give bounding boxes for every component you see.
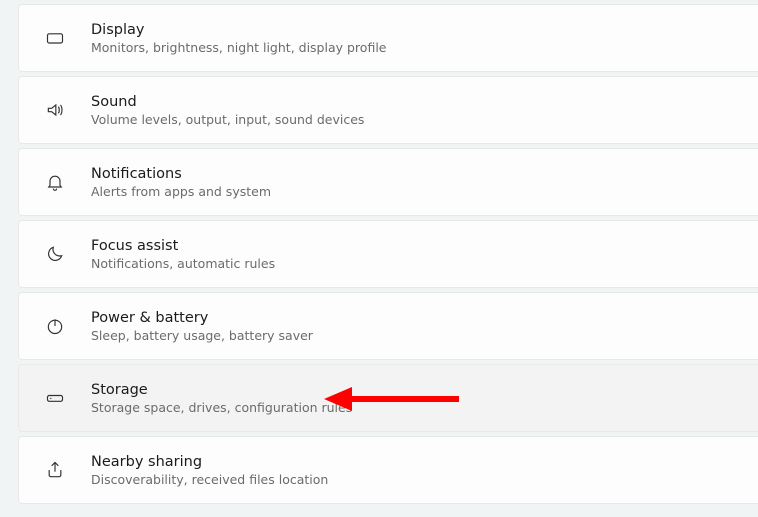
settings-item-text: Focus assist Notifications, automatic ru… [91,238,275,271]
settings-item-sound[interactable]: Sound Volume levels, output, input, soun… [18,76,758,144]
settings-item-text: Storage Storage space, drives, configura… [91,382,352,415]
settings-item-title: Display [91,22,386,38]
sound-icon [33,100,77,120]
display-icon [33,28,77,48]
power-icon [33,316,77,336]
settings-item-subtitle: Monitors, brightness, night light, displ… [91,40,386,55]
settings-item-display[interactable]: Display Monitors, brightness, night ligh… [18,4,758,72]
settings-item-title: Power & battery [91,310,313,326]
moon-icon [33,244,77,264]
settings-item-text: Nearby sharing Discoverability, received… [91,454,328,487]
settings-item-nearby-sharing[interactable]: Nearby sharing Discoverability, received… [18,436,758,504]
settings-system-list: Display Monitors, brightness, night ligh… [18,4,758,504]
settings-item-power-battery[interactable]: Power & battery Sleep, battery usage, ba… [18,292,758,360]
settings-item-subtitle: Storage space, drives, configuration rul… [91,400,352,415]
share-icon [33,460,77,480]
settings-item-text: Notifications Alerts from apps and syste… [91,166,271,199]
settings-item-notifications[interactable]: Notifications Alerts from apps and syste… [18,148,758,216]
settings-item-text: Display Monitors, brightness, night ligh… [91,22,386,55]
bell-icon [33,172,77,192]
settings-item-text: Sound Volume levels, output, input, soun… [91,94,364,127]
settings-item-focus-assist[interactable]: Focus assist Notifications, automatic ru… [18,220,758,288]
settings-item-title: Notifications [91,166,271,182]
settings-item-title: Focus assist [91,238,275,254]
settings-item-text: Power & battery Sleep, battery usage, ba… [91,310,313,343]
storage-icon [33,388,77,408]
settings-item-title: Nearby sharing [91,454,328,470]
settings-item-subtitle: Notifications, automatic rules [91,256,275,271]
settings-item-subtitle: Sleep, battery usage, battery saver [91,328,313,343]
settings-item-subtitle: Alerts from apps and system [91,184,271,199]
settings-item-storage[interactable]: Storage Storage space, drives, configura… [18,364,758,432]
settings-item-title: Storage [91,382,352,398]
settings-item-subtitle: Discoverability, received files location [91,472,328,487]
settings-item-subtitle: Volume levels, output, input, sound devi… [91,112,364,127]
settings-item-title: Sound [91,94,364,110]
